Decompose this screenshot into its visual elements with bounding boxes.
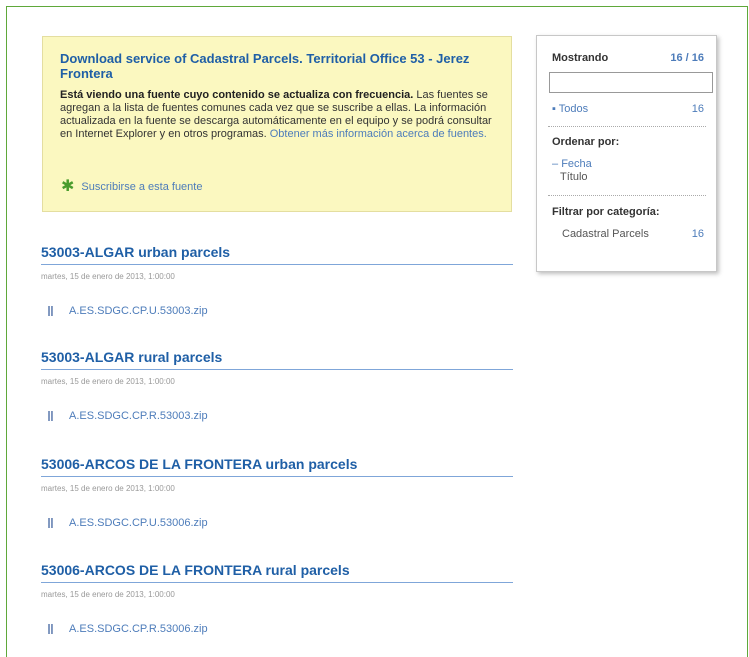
attachment-link[interactable]: ǁ A.ES.SDGC.CP.R.53003.zip	[47, 408, 513, 424]
filter-all-row[interactable]: ▪ Todos 16	[552, 103, 704, 115]
subscribe-label[interactable]: Suscribirse a esta fuente	[81, 181, 202, 193]
feed-title: Download service of Cadastral Parcels. T…	[60, 51, 470, 81]
sort-date-label[interactable]: Fecha	[561, 158, 592, 170]
showing-row: Mostrando 16 / 16	[552, 52, 704, 64]
sort-options: – Fecha Título	[552, 158, 704, 184]
divider	[548, 195, 706, 196]
attachment-link[interactable]: ǁ A.ES.SDGC.CP.U.53006.zip	[47, 515, 513, 531]
attachment-name[interactable]: A.ES.SDGC.CP.U.53006.zip	[69, 517, 208, 529]
showing-label: Mostrando	[552, 52, 609, 64]
entry-title-link[interactable]: 53003-ALGAR urban parcels	[41, 244, 513, 265]
sort-title-option[interactable]: Título	[552, 171, 704, 184]
paperclip-icon: ǁ	[47, 303, 54, 319]
paperclip-icon: ǁ	[47, 621, 54, 637]
attachment-link[interactable]: ǁ A.ES.SDGC.CP.U.53003.zip	[47, 303, 513, 319]
feed-entry: 53003-ALGAR rural parcels martes, 15 de …	[41, 349, 513, 424]
feed-description-bold: Está viendo una fuente cuyo contenido se…	[60, 89, 414, 101]
all-count: 16	[691, 103, 704, 115]
entry-date: martes, 15 de enero de 2013, 1:00:00	[41, 590, 175, 599]
attachment-name[interactable]: A.ES.SDGC.CP.U.53003.zip	[69, 305, 208, 317]
feed-description: Está viendo una fuente cuyo contenido se…	[60, 89, 495, 141]
attachment-name[interactable]: A.ES.SDGC.CP.R.53006.zip	[69, 623, 208, 635]
feed-info-box: Download service of Cadastral Parcels. T…	[42, 36, 512, 212]
category-row[interactable]: Cadastral Parcels 16	[552, 228, 704, 240]
dash-marker-icon: –	[552, 158, 559, 170]
sort-label: Ordenar por:	[552, 136, 620, 148]
showing-count: 16 / 16	[670, 52, 704, 64]
feed-entry: 53006-ARCOS DE LA FRONTERA rural parcels…	[41, 562, 513, 637]
filter-panel: Mostrando 16 / 16 ▪ Todos 16 Ordenar por…	[536, 35, 717, 272]
bullet-icon: ▪	[552, 103, 556, 115]
divider	[548, 126, 706, 127]
search-input[interactable]	[549, 72, 713, 93]
entry-title-link[interactable]: 53006-ARCOS DE LA FRONTERA rural parcels	[41, 562, 513, 583]
category-count: 16	[691, 228, 704, 240]
entry-date: martes, 15 de enero de 2013, 1:00:00	[41, 377, 175, 386]
entry-date: martes, 15 de enero de 2013, 1:00:00	[41, 272, 175, 281]
filter-category-label: Filtrar por categoría:	[552, 206, 660, 218]
star-plus-icon: ✱	[61, 178, 75, 195]
entry-title-link[interactable]: 53006-ARCOS DE LA FRONTERA urban parcels	[41, 456, 513, 477]
paperclip-icon: ǁ	[47, 408, 54, 424]
entry-date: martes, 15 de enero de 2013, 1:00:00	[41, 484, 175, 493]
subscribe-link[interactable]: ✱ Suscribirse a esta fuente	[61, 178, 202, 195]
category-link[interactable]: Cadastral Parcels	[562, 228, 649, 240]
learn-more-link[interactable]: Obtener más información acerca de fuente…	[270, 128, 487, 140]
filter-all-label[interactable]: Todos	[559, 103, 588, 115]
attachment-link[interactable]: ǁ A.ES.SDGC.CP.R.53006.zip	[47, 621, 513, 637]
sort-date-option[interactable]: – Fecha	[552, 158, 704, 171]
feed-entry: 53006-ARCOS DE LA FRONTERA urban parcels…	[41, 456, 513, 531]
feed-entry: 53003-ALGAR urban parcels martes, 15 de …	[41, 244, 513, 319]
attachment-name[interactable]: A.ES.SDGC.CP.R.53003.zip	[69, 410, 208, 422]
entry-title-link[interactable]: 53003-ALGAR rural parcels	[41, 349, 513, 370]
filter-all-link[interactable]: ▪ Todos	[552, 103, 588, 115]
paperclip-icon: ǁ	[47, 515, 54, 531]
